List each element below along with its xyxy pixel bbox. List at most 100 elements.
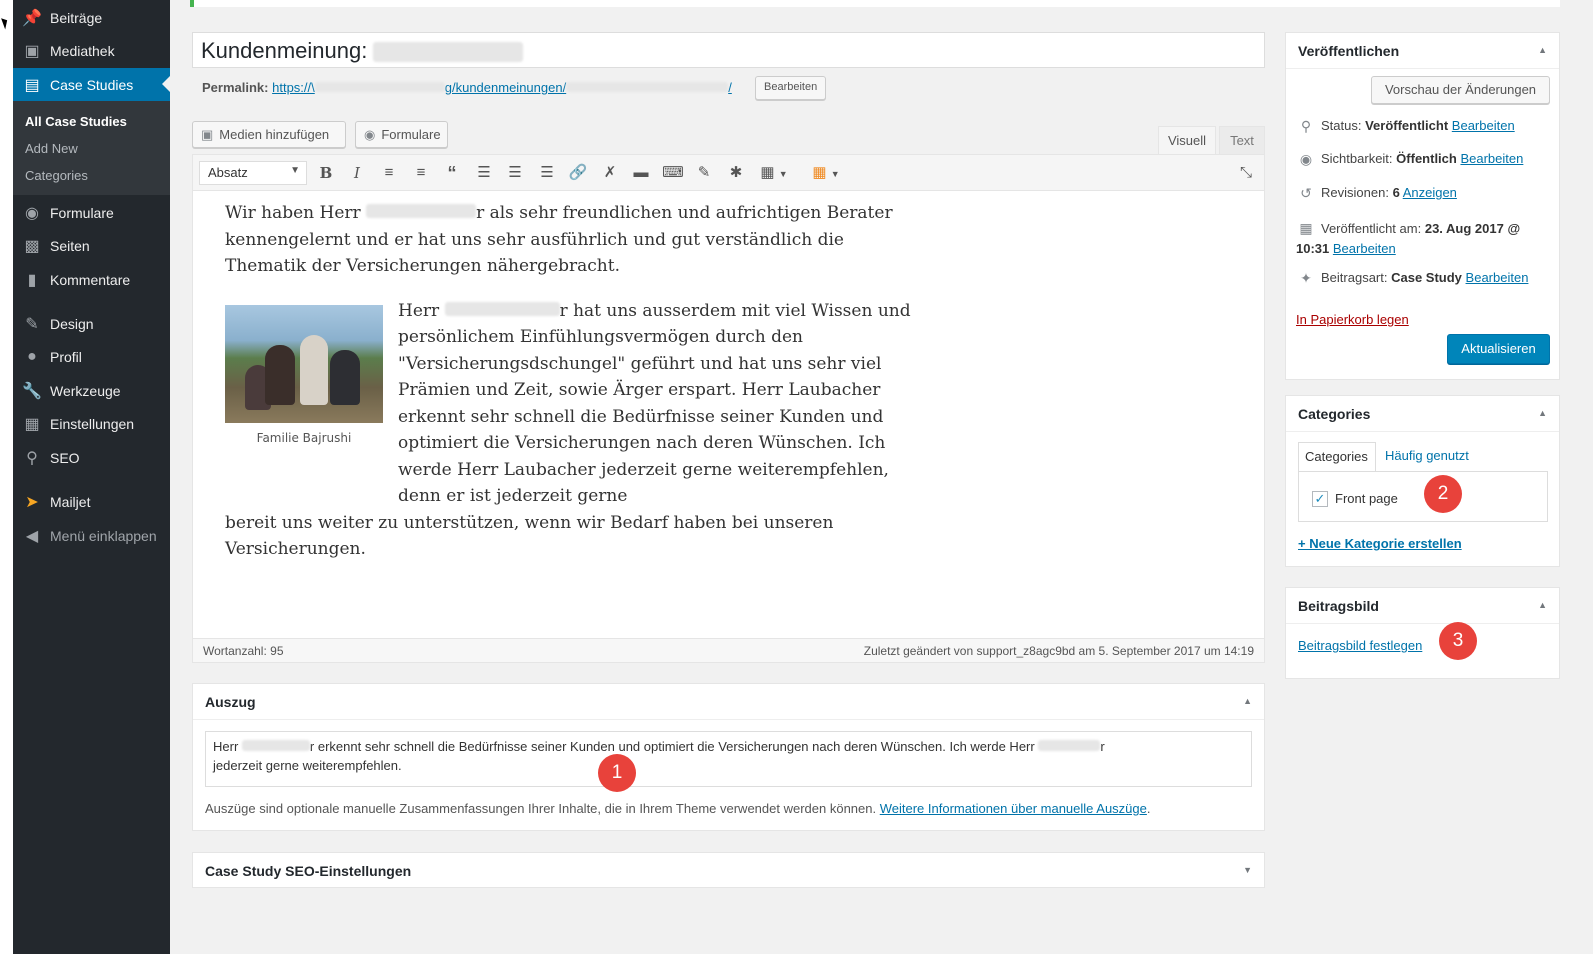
history-icon: ↺ (1300, 185, 1312, 201)
bold-icon[interactable]: B (315, 163, 337, 185)
type-value: Case Study (1391, 270, 1462, 285)
bullet-list-icon[interactable]: ≡ (378, 163, 400, 185)
collapse-arrow-icon[interactable]: ▲ (1243, 696, 1252, 706)
excerpt-help: Auszüge sind optionale manuelle Zusammen… (205, 801, 1151, 816)
brush-icon[interactable]: ✎ (693, 163, 715, 185)
status-value: Veröffentlicht (1365, 118, 1449, 133)
front-page-checkbox[interactable]: ✓ (1312, 491, 1328, 507)
sidebar-item-mediathek[interactable]: ▣ Mediathek (13, 34, 170, 67)
sidebar-item-case-studies[interactable]: ▤ Case Studies (13, 68, 170, 101)
chevron-down-icon: ▼ (290, 165, 300, 176)
tab-visual[interactable]: Visuell (1158, 126, 1216, 154)
forms-button[interactable]: ◉ Formulare (355, 121, 448, 148)
collapse-arrow-icon[interactable]: ▲ (1538, 600, 1547, 610)
photo-figure (265, 345, 295, 405)
unlink-icon[interactable]: ✗ (599, 163, 621, 185)
paragraph-1: Wir haben Herr r als sehr freundlichen u… (225, 200, 905, 280)
pin-icon: ⚲ (1300, 118, 1312, 134)
revisions-show-link[interactable]: Anzeigen (1403, 185, 1457, 200)
last-modified: Zuletzt geändert von support_z8agc9bd am… (863, 644, 1254, 658)
pin-icon: ✦ (1300, 270, 1312, 286)
sidebar-item-werkzeuge[interactable]: 🔧 Werkzeuge (13, 374, 170, 407)
update-button[interactable]: Aktualisieren (1447, 334, 1550, 364)
tab-text[interactable]: Text (1219, 126, 1265, 154)
excerpt-help-link[interactable]: Weitere Informationen über manuelle Ausz… (880, 801, 1147, 816)
excerpt-help-end: . (1146, 801, 1151, 816)
status-row: ⚲ Status: Veröffentlicht Bearbeiten (1296, 118, 1515, 135)
sidebar-item-mailjet[interactable]: ➤ Mailjet (13, 485, 170, 518)
seo-settings-header[interactable]: Case Study SEO-Einstellungen ▼ (193, 853, 1264, 889)
excerpt-text-a: Herr (213, 739, 239, 754)
fullscreen-icon[interactable]: ⤡ (1235, 163, 1257, 185)
revisions-row: ↺ Revisionen: 6 Anzeigen (1296, 185, 1457, 202)
move-to-trash-link[interactable]: In Papierkorb legen (1296, 312, 1409, 327)
para1-start: Wir haben Herr (225, 203, 361, 223)
featured-image-header[interactable]: Beitragsbild ▲ (1286, 588, 1559, 624)
sidebar-item-profil[interactable]: ● Profil (13, 340, 170, 373)
sidebar-item-einstellungen[interactable]: ▦ Einstellungen (13, 407, 170, 440)
add-media-button[interactable]: ▣ Medien hinzufügen (192, 121, 346, 148)
front-page-label: Front page (1335, 491, 1398, 506)
permalink-url[interactable]: https://\ g/kundenmeinungen/ / (272, 80, 732, 95)
permalink-edit-button[interactable]: Bearbeiten (755, 76, 827, 100)
chart-icon[interactable]: ▦ ▼ (807, 163, 845, 185)
search-icon: ⚲ (26, 449, 38, 467)
type-edit-link[interactable]: Bearbeiten (1466, 270, 1529, 285)
sidebar-item-kommentare[interactable]: ▮ Kommentare (13, 263, 170, 296)
keyboard-icon[interactable]: ⌨ (662, 163, 684, 185)
format-select[interactable]: Absatz ▼ (199, 161, 307, 185)
submenu-categories[interactable]: Categories (25, 168, 88, 183)
italic-icon[interactable]: I (346, 163, 368, 185)
read-more-icon[interactable]: ▬ (630, 163, 652, 185)
categories-header[interactable]: Categories ▲ (1286, 396, 1559, 432)
seo-settings-box[interactable]: Case Study SEO-Einstellungen ▼ (192, 852, 1265, 888)
align-right-icon[interactable]: ☰ (536, 163, 558, 185)
title-input[interactable]: Kundenmeinung: (192, 32, 1265, 68)
visibility-edit-link[interactable]: Bearbeiten (1460, 151, 1523, 166)
published-edit-link[interactable]: Bearbeiten (1333, 241, 1396, 256)
sidebar-item-beitraege[interactable]: 📌 Beiträge (13, 1, 170, 34)
submenu-add-new[interactable]: Add New (25, 141, 78, 156)
sidebar-item-design[interactable]: ✎ Design (13, 307, 170, 340)
sidebar-item-seiten[interactable]: ▩ Seiten (13, 229, 170, 262)
categories-box: Categories ▲ Categories Häufig genutzt ✓… (1285, 395, 1560, 567)
link-icon[interactable]: 🔗 (567, 163, 589, 185)
sidebar-item-seo[interactable]: ⚲ SEO (13, 441, 170, 474)
permalink-label: Permalink: (202, 80, 269, 95)
family-photo[interactable] (225, 305, 383, 423)
collapse-arrow-icon[interactable]: ▲ (1538, 408, 1547, 418)
collapse-arrow-icon[interactable]: ▲ (1538, 45, 1547, 55)
status-edit-link[interactable]: Bearbeiten (1452, 118, 1515, 133)
format-select-value: Absatz (208, 165, 248, 180)
preview-changes-button[interactable]: Vorschau der Änderungen (1371, 76, 1550, 104)
sidebar-item-label: Beiträge (50, 9, 103, 26)
tab-most-used[interactable]: Häufig genutzt (1385, 448, 1469, 463)
excerpt-header[interactable]: Auszug ▲ (193, 684, 1264, 720)
excerpt-textarea[interactable]: Herr r erkennt sehr schnell die Bedürfni… (205, 731, 1252, 787)
paragraph-2-end: bereit uns weiter zu unterstützen, wenn … (225, 512, 834, 560)
categories-title: Categories (1298, 406, 1371, 422)
table-icon[interactable]: ▦ ▼ (757, 163, 791, 185)
add-new-category-link[interactable]: + Neue Kategorie erstellen (1298, 536, 1462, 551)
blockquote-icon[interactable]: “ (441, 163, 463, 185)
seo-settings-title: Case Study SEO-Einstellungen (205, 863, 412, 879)
annotation-badge-3: 3 (1439, 622, 1477, 660)
numbered-list-icon[interactable]: ≡ (410, 163, 432, 185)
tab-all-categories[interactable]: Categories (1298, 442, 1376, 472)
redacted-name (373, 42, 524, 63)
sidebar-item-label: Menü einklappen (50, 527, 157, 544)
sidebar-collapse-menu[interactable]: ◀ Menü einklappen (13, 519, 170, 552)
submenu-all-case-studies[interactable]: All Case Studies (25, 114, 127, 129)
set-featured-image-link[interactable]: Beitragsbild festlegen (1298, 638, 1422, 653)
sidebar-item-formulare[interactable]: ◉ Formulare (13, 196, 170, 229)
publish-box: Veröffentlichen ▲ Vorschau der Änderunge… (1285, 32, 1560, 380)
post-type-row: ✦ Beitragsart: Case Study Bearbeiten (1296, 270, 1528, 287)
publish-header[interactable]: Veröffentlichen ▲ (1286, 33, 1559, 69)
align-center-icon[interactable]: ☰ (504, 163, 526, 185)
megaphone-icon[interactable]: ✱ (725, 163, 747, 185)
featured-image-title: Beitragsbild (1298, 598, 1379, 614)
align-left-icon[interactable]: ☰ (473, 163, 495, 185)
document-icon: ▤ (24, 76, 40, 94)
expand-arrow-icon[interactable]: ▼ (1243, 865, 1252, 875)
sidebar-item-label: Werkzeuge (50, 382, 121, 399)
